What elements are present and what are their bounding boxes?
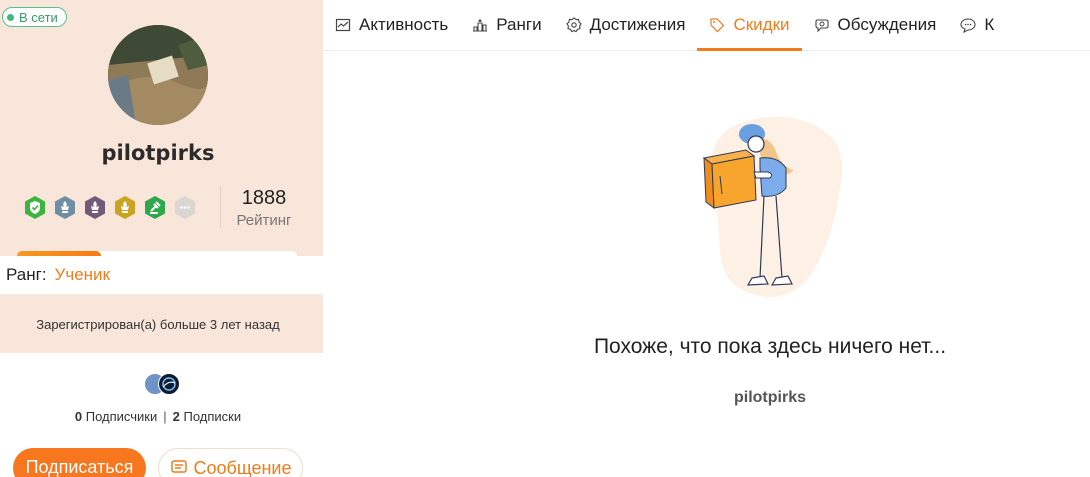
rank-row: Ранг: Ученик bbox=[0, 256, 333, 294]
rank-label: Ранг: bbox=[6, 265, 47, 284]
followers-label: Подписчики bbox=[85, 409, 158, 424]
empty-state-message: Похоже, что пока здесь ничего нет... bbox=[593, 335, 947, 358]
subscribe-button[interactable]: Подписаться bbox=[13, 448, 146, 477]
more-badges-icon[interactable] bbox=[174, 195, 196, 220]
activity-chart-icon bbox=[335, 18, 351, 32]
tab-label: Ранги bbox=[496, 15, 542, 34]
verified-shield-badge-icon[interactable] bbox=[24, 195, 46, 220]
avatar-photo bbox=[108, 25, 208, 125]
profile-page: В сети pilotpirks 1888 Рейтинг Ранг: Уче… bbox=[0, 0, 1090, 477]
follow-separator: | bbox=[163, 409, 167, 424]
registration-info: Зарегистрирован(а) больше 3 лет назад bbox=[36, 317, 280, 332]
purple-fleur-badge-icon[interactable] bbox=[84, 195, 106, 220]
tab-label: Обсуждения bbox=[837, 15, 937, 34]
green-gavel-badge-icon[interactable] bbox=[144, 195, 166, 220]
tab-label: Скидки bbox=[733, 15, 790, 34]
message-button-label: Сообщение bbox=[193, 458, 292, 477]
tag-icon bbox=[710, 18, 725, 33]
online-dot-icon bbox=[7, 13, 14, 21]
comment-icon bbox=[960, 18, 976, 33]
achievement-badge-icon bbox=[565, 17, 582, 33]
tab-achievements[interactable]: Достижения bbox=[554, 0, 698, 50]
empty-box-illustration bbox=[702, 116, 842, 297]
tab-activity[interactable]: Активность bbox=[323, 0, 460, 50]
tab-label: Достижения bbox=[589, 15, 686, 34]
ranks-podium-icon bbox=[473, 18, 488, 32]
follower-avatar-image bbox=[162, 377, 176, 391]
profile-sidebar: В сети pilotpirks 1888 Рейтинг Ранг: Уче… bbox=[0, 0, 333, 477]
following-label: Подписки bbox=[183, 409, 242, 424]
followers-count: 0 bbox=[74, 409, 83, 424]
tab-comments[interactable]: К bbox=[948, 0, 1006, 50]
followers-link[interactable]: 0 Подписчики bbox=[75, 409, 157, 424]
tab-label: К bbox=[984, 15, 995, 34]
online-status-label: В сети bbox=[19, 9, 58, 25]
following-count: 2 bbox=[172, 409, 180, 424]
following-link[interactable]: 2 Подписки bbox=[173, 409, 241, 424]
online-status-badge: В сети bbox=[2, 7, 67, 27]
profile-tabs: Активность Ранги Достижения Скидки Обсуж… bbox=[323, 0, 1090, 51]
tab-discounts[interactable]: Скидки bbox=[697, 0, 802, 51]
follower-avatar bbox=[158, 373, 180, 395]
gold-fleur-badge-icon[interactable] bbox=[114, 195, 136, 220]
followers-avatars[interactable] bbox=[144, 373, 184, 397]
empty-state-username: pilotpirks bbox=[733, 389, 806, 406]
tab-discussions[interactable]: Обсуждения bbox=[802, 0, 949, 50]
follow-stats: 0 Подписчики | 2 Подписки bbox=[0, 409, 316, 424]
profile-username: pilotpirks bbox=[101, 141, 215, 165]
message-icon bbox=[170, 460, 187, 473]
rating-label: Рейтинг bbox=[236, 212, 292, 229]
avatar[interactable] bbox=[108, 25, 208, 125]
tab-label: Активность bbox=[359, 15, 449, 34]
rank-value-link[interactable]: Ученик bbox=[55, 265, 110, 285]
message-button[interactable]: Сообщение bbox=[158, 448, 303, 477]
discussion-icon bbox=[814, 19, 829, 33]
rating-divider bbox=[220, 186, 221, 228]
tab-ranks[interactable]: Ранги bbox=[460, 0, 553, 50]
blue-fleur-badge-icon[interactable] bbox=[54, 195, 76, 220]
rating-value: 1888 bbox=[241, 187, 287, 209]
badges-row bbox=[24, 195, 196, 220]
